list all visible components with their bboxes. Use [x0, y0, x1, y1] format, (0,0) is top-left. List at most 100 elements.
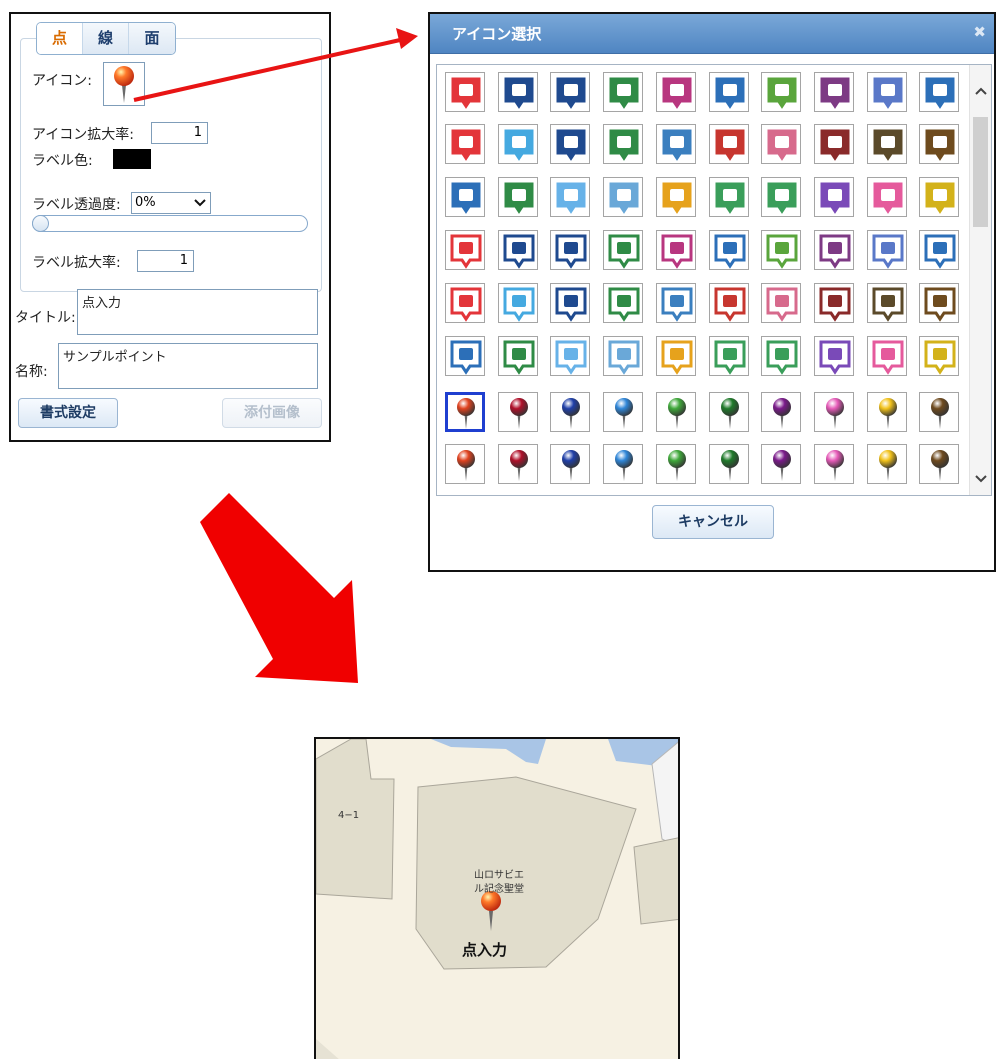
arrow-to-dialog: [133, 28, 418, 102]
arrow-to-map: [200, 493, 358, 683]
pin-icon[interactable]: [498, 444, 538, 484]
pin-icon[interactable]: [867, 392, 907, 432]
pin-icon[interactable]: [761, 444, 801, 484]
gas-station-icon[interactable]: [656, 124, 696, 164]
smoking-icon[interactable]: [498, 283, 538, 323]
restroom-icon[interactable]: [709, 72, 749, 112]
scroll-down-icon[interactable]: [970, 467, 991, 489]
block-label: 4−1: [338, 810, 360, 821]
pin-icon[interactable]: [656, 392, 696, 432]
yen-icon[interactable]: [919, 336, 959, 376]
radio-icon[interactable]: [656, 336, 696, 376]
pin-icon[interactable]: [445, 444, 485, 484]
government-icon[interactable]: [498, 336, 538, 376]
factory-icon[interactable]: [603, 336, 643, 376]
parking-icon[interactable]: [550, 124, 590, 164]
bear-icon[interactable]: [867, 283, 907, 323]
parking-icon[interactable]: [550, 283, 590, 323]
sun-icon[interactable]: [550, 177, 590, 217]
water-area: [431, 739, 546, 764]
book-icon[interactable]: [445, 336, 485, 376]
elderly-icon[interactable]: [761, 177, 801, 217]
heart-icon[interactable]: [867, 177, 907, 217]
bar-icon[interactable]: [814, 230, 854, 270]
hospital-icon[interactable]: [445, 124, 485, 164]
gas-station-icon[interactable]: [656, 283, 696, 323]
pin-icon[interactable]: [445, 392, 485, 432]
pin-icon[interactable]: [919, 444, 959, 484]
golf-icon[interactable]: [603, 124, 643, 164]
book-icon[interactable]: [445, 177, 485, 217]
building-right: [633, 837, 678, 925]
pin-icon[interactable]: [498, 392, 538, 432]
restaurant-icon[interactable]: [709, 124, 749, 164]
house-icon[interactable]: [709, 177, 749, 217]
pin-icon[interactable]: [656, 444, 696, 484]
bus-icon[interactable]: [550, 230, 590, 270]
bus-icon[interactable]: [550, 72, 590, 112]
golf-icon[interactable]: [603, 283, 643, 323]
bear-icon[interactable]: [867, 124, 907, 164]
government-icon[interactable]: [498, 177, 538, 217]
scroll-up-icon[interactable]: [970, 80, 991, 102]
sun-icon[interactable]: [550, 336, 590, 376]
bar-icon[interactable]: [814, 72, 854, 112]
camera-icon[interactable]: [445, 230, 485, 270]
map-view[interactable]: 4−1 山ロサビエ ル記念聖堂 点入力: [314, 737, 680, 1059]
car-icon[interactable]: [498, 72, 538, 112]
star-icon[interactable]: [814, 336, 854, 376]
train-icon[interactable]: [919, 72, 959, 112]
pin-icon[interactable]: [814, 444, 854, 484]
close-icon[interactable]: ✖: [973, 23, 986, 41]
maple-icon[interactable]: [814, 283, 854, 323]
restroom-icon[interactable]: [709, 230, 749, 270]
pin-icon[interactable]: [814, 392, 854, 432]
bicycle-icon[interactable]: [603, 72, 643, 112]
scrollbar-thumb[interactable]: [973, 117, 988, 227]
boar-icon[interactable]: [919, 283, 959, 323]
train-icon[interactable]: [919, 230, 959, 270]
map-canvas: [316, 739, 678, 1059]
yen-icon[interactable]: [919, 177, 959, 217]
dialog-titlebar[interactable]: アイコン選択 ✖: [430, 14, 994, 54]
cafe-icon[interactable]: [761, 72, 801, 112]
vertical-scrollbar[interactable]: [969, 65, 991, 495]
boar-icon[interactable]: [919, 124, 959, 164]
building-label-line1: 山ロサビエ: [474, 870, 524, 881]
memorial-church-building: [415, 776, 637, 970]
house-icon[interactable]: [709, 336, 749, 376]
maple-icon[interactable]: [814, 124, 854, 164]
airport-icon[interactable]: [867, 72, 907, 112]
heart-icon[interactable]: [867, 336, 907, 376]
bag-icon[interactable]: [656, 230, 696, 270]
cancel-button[interactable]: キャンセル: [652, 505, 774, 539]
pin-icon[interactable]: [867, 444, 907, 484]
icon-select-dialog: アイコン選択 ✖ キャンセル: [428, 12, 996, 572]
icon-grid-scroll-area[interactable]: [436, 64, 992, 496]
bicycle-icon[interactable]: [603, 230, 643, 270]
pin-icon[interactable]: [603, 444, 643, 484]
pin-icon[interactable]: [550, 392, 590, 432]
factory-icon[interactable]: [603, 177, 643, 217]
restaurant-icon[interactable]: [709, 283, 749, 323]
flower-icon[interactable]: [761, 124, 801, 164]
hospital-icon[interactable]: [445, 283, 485, 323]
airport-icon[interactable]: [867, 230, 907, 270]
point-caption: 点入力: [462, 941, 508, 959]
dialog-title: アイコン選択: [452, 25, 542, 43]
car-icon[interactable]: [498, 230, 538, 270]
flower-icon[interactable]: [761, 283, 801, 323]
cafe-icon[interactable]: [761, 230, 801, 270]
camera-icon[interactable]: [445, 72, 485, 112]
pin-icon[interactable]: [919, 392, 959, 432]
star-icon[interactable]: [814, 177, 854, 217]
pin-icon[interactable]: [761, 392, 801, 432]
pin-icon[interactable]: [709, 392, 749, 432]
pin-icon[interactable]: [550, 444, 590, 484]
bag-icon[interactable]: [656, 72, 696, 112]
radio-icon[interactable]: [656, 177, 696, 217]
pin-icon[interactable]: [709, 444, 749, 484]
pin-icon[interactable]: [603, 392, 643, 432]
elderly-icon[interactable]: [761, 336, 801, 376]
smoking-icon[interactable]: [498, 124, 538, 164]
